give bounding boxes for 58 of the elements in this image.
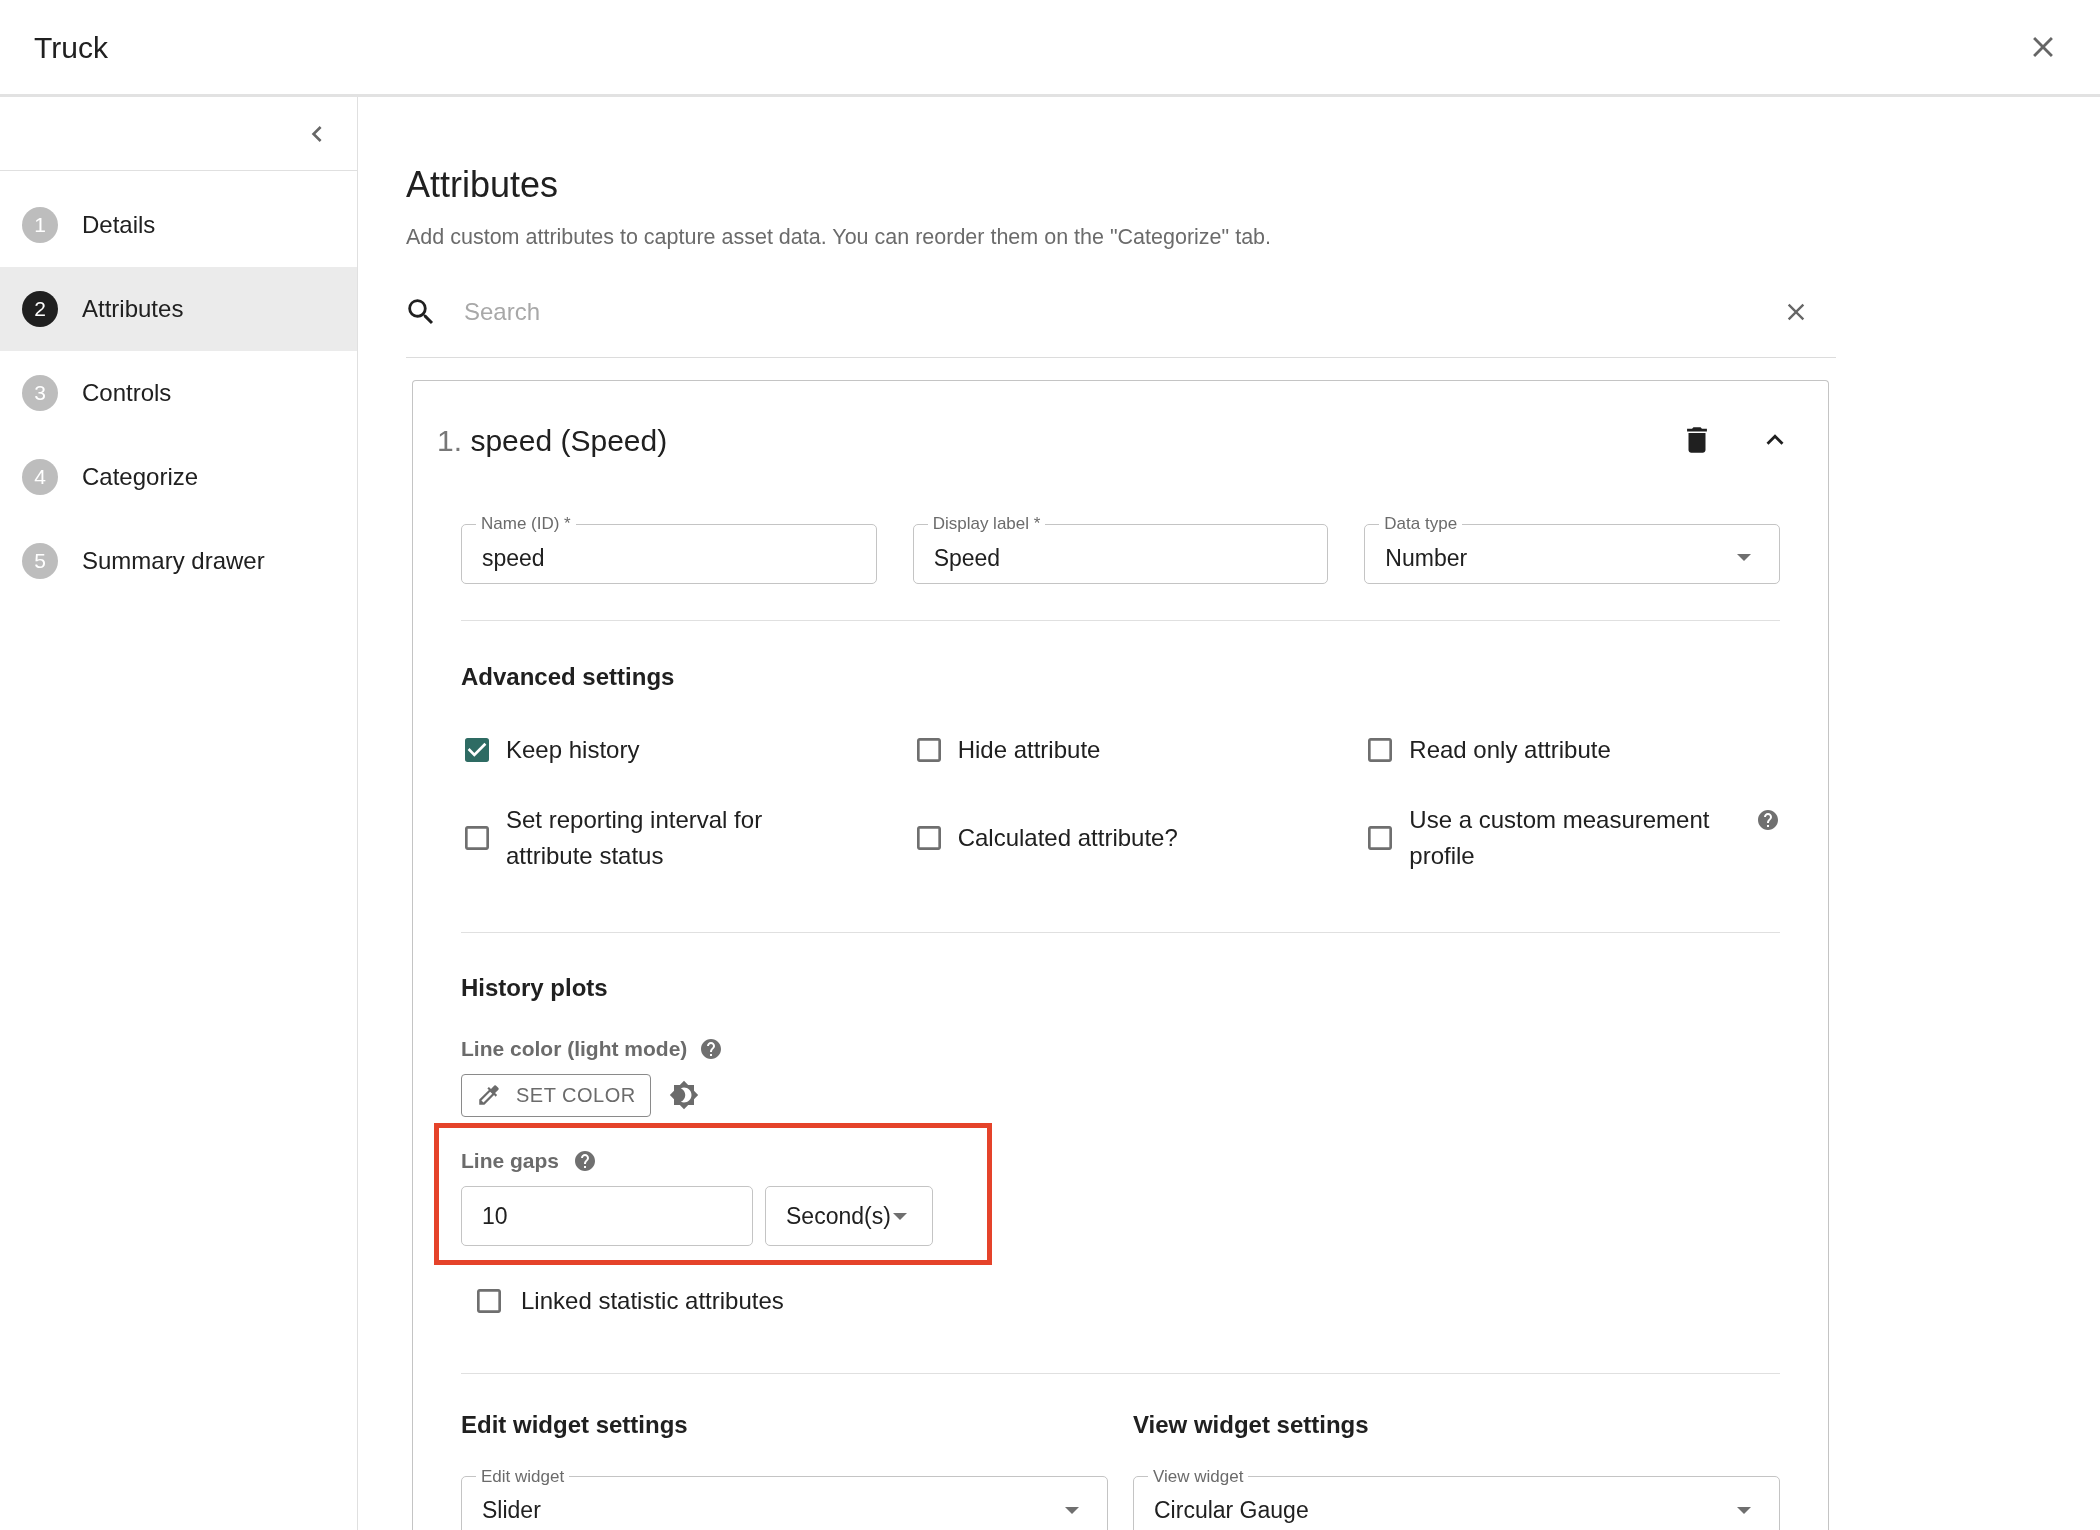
theme-toggle-icon[interactable] [668, 1080, 699, 1111]
step-label: Details [82, 210, 156, 240]
attribute-title: 1. speed (Speed) [437, 422, 669, 459]
select-value: Second(s) [786, 1202, 891, 1231]
dropdown-arrow-icon [892, 1212, 907, 1220]
step-item[interactable]: 1 Details [0, 183, 357, 267]
field-label: Line color (light mode) [461, 1036, 688, 1063]
step-item[interactable]: 2 Attributes [0, 267, 357, 351]
step-item[interactable]: 5 Summary drawer [0, 519, 357, 603]
checkbox-label: Hide attribute [957, 735, 1101, 766]
set-color-button[interactable]: SET COLOR [461, 1073, 651, 1117]
field-label: View widget [1152, 1466, 1245, 1487]
dropdown-arrow-icon [1065, 1506, 1079, 1514]
field-label: Display label * [931, 514, 1042, 535]
field-value: Speed [933, 543, 1002, 573]
unit-select[interactable]: Second(s) [765, 1186, 933, 1247]
section-title: History plots [461, 973, 609, 1004]
page-title: Attributes [406, 163, 560, 207]
checkbox-label: Use a custom measurement profile [1409, 805, 1711, 872]
checkbox-label: Linked statistic attributes [521, 1285, 784, 1316]
step-label: Controls [82, 378, 172, 408]
text-field[interactable]: Display label * Speed [912, 514, 1329, 585]
field-label: Data type [1383, 514, 1459, 535]
help-icon[interactable] [573, 1148, 598, 1173]
field-value: Circular Gauge [1154, 1496, 1310, 1525]
page-subtitle: Add custom attributes to capture asset data. You can reorder them on the "Categorize" tab. [406, 224, 1273, 251]
checkbox-label: Calculated attribute? [957, 823, 1178, 854]
section-title: View widget settings [1133, 1409, 1370, 1440]
step-label: Attributes [82, 294, 184, 324]
step-number: 3 [22, 375, 58, 411]
field-value: Number [1385, 543, 1469, 573]
help-icon[interactable] [699, 1037, 724, 1061]
field-value: speed [482, 543, 546, 573]
step-number: 4 [22, 459, 58, 495]
checkbox-label: Keep history [506, 735, 640, 766]
step-label: Summary drawer [82, 546, 265, 576]
field-label: Name (ID) * [480, 514, 572, 535]
text-field[interactable]: Name (ID) * speed [461, 514, 877, 585]
step-number: 2 [22, 291, 58, 327]
step-number: 5 [22, 543, 58, 579]
dropdown-arrow-icon [1737, 554, 1751, 562]
step-number: 1 [22, 207, 58, 243]
step-item[interactable]: 4 Categorize [0, 435, 357, 519]
dropdown-arrow-icon [1737, 1506, 1751, 1514]
section-title: Edit widget settings [461, 1409, 689, 1440]
search-field[interactable]: Search [464, 293, 1782, 330]
step-item[interactable]: 3 Controls [0, 351, 357, 435]
help-icon[interactable] [1756, 808, 1780, 833]
window-title: Truck [34, 29, 108, 66]
select-field[interactable]: Data type Number [1364, 514, 1780, 585]
checkbox-label: Read only attribute [1409, 735, 1611, 766]
field-label: Edit widget [480, 1466, 566, 1487]
field-label: Line gaps [461, 1147, 560, 1174]
line-gaps-field[interactable]: 10 [461, 1186, 753, 1247]
field-value: Slider [482, 1496, 542, 1525]
checkbox-label: Set reporting interval for attribute status [506, 805, 764, 872]
section-title: Advanced settings [461, 662, 676, 693]
step-label: Categorize [82, 462, 199, 492]
